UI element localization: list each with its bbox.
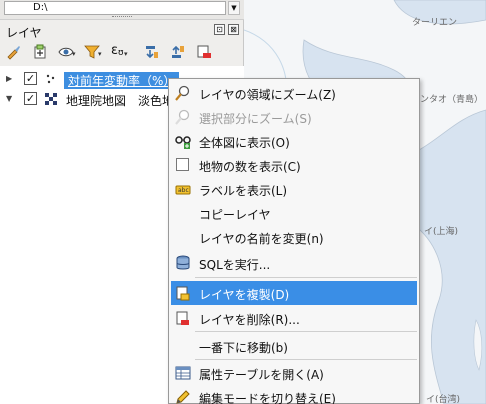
expand-all-icon[interactable]	[142, 42, 164, 62]
menu-rename-layer[interactable]: レイヤの名前を変更(n)	[171, 225, 417, 249]
browser-path-strip: D:\ ▼	[0, 0, 244, 20]
map-label-taiwan: イ(台湾)	[426, 395, 461, 404]
close-panel-icon[interactable]: ⊠	[228, 24, 239, 35]
style-brush-icon[interactable]	[4, 42, 26, 62]
map-label-dalian: ターリエン	[412, 18, 458, 28]
menu-execute-sql[interactable]: SQLを実行...	[171, 251, 417, 275]
remove-layer-icon	[175, 310, 191, 326]
browser-path-text: D:\	[33, 2, 48, 13]
menu-remove-layer[interactable]: レイヤを削除(R)...	[171, 306, 417, 330]
map-label-shanghai: イ(上海)	[424, 227, 459, 237]
checkbox-icon[interactable]	[176, 158, 189, 171]
panel-title: レイヤ	[6, 26, 42, 40]
menu-duplicate-layer[interactable]: レイヤを複製(D)	[171, 281, 417, 305]
layer-context-menu: レイヤの領域にズーム(Z) 選択部分にズーム(S) 全体図に表示(O) 地物の数…	[168, 78, 420, 404]
zoom-magnifier-icon	[175, 85, 191, 101]
menu-zoom-to-layer[interactable]: レイヤの領域にズーム(Z)	[171, 81, 417, 105]
map-label-qingdao: ンタオ（青島）	[420, 95, 484, 105]
raster-layer-icon	[44, 92, 58, 106]
overview-glasses-icon	[175, 133, 191, 149]
point-layer-icon	[44, 72, 58, 86]
menu-open-attribute-table[interactable]: 属性テーブルを開く(A)	[171, 361, 417, 385]
remove-layer-icon[interactable]	[194, 42, 216, 62]
menu-show-in-overview[interactable]: 全体図に表示(O)	[171, 129, 417, 153]
database-icon	[175, 255, 191, 271]
label-abc-icon: abc	[175, 181, 191, 197]
layer-name-label: 地理院地図 淡色地	[66, 94, 175, 108]
menu-show-labels[interactable]: abc ラベルを表示(L)	[171, 177, 417, 201]
add-group-icon[interactable]	[30, 42, 52, 62]
duplicate-layer-icon	[175, 285, 191, 301]
filter-funnel-icon[interactable]: ▾	[82, 42, 104, 62]
menu-copy-layer[interactable]: コピーレイヤ	[171, 201, 417, 225]
layers-toolbar: ▾ ▾ ε ʊ ▾	[0, 40, 244, 64]
layer-visibility-checkbox[interactable]: ✓	[24, 92, 37, 105]
expression-filter-icon[interactable]: ε ʊ ▾	[108, 42, 130, 62]
dock-splitter-handle[interactable]	[112, 16, 132, 18]
svg-text:abc: abc	[178, 187, 189, 194]
expand-arrow-icon[interactable]: ▶	[6, 74, 12, 83]
browser-scroll-down-icon[interactable]: ▼	[228, 1, 240, 15]
browser-path-field[interactable]: D:\	[4, 1, 226, 15]
menu-show-feature-count[interactable]: 地物の数を表示(C)	[171, 153, 417, 177]
menu-move-to-bottom[interactable]: 一番下に移動(b)	[171, 334, 417, 358]
menu-separator	[195, 359, 417, 360]
zoom-selection-icon	[175, 109, 191, 125]
layer-name-label: 対前年変動率（%）	[64, 72, 180, 89]
layer-visibility-checkbox[interactable]: ✓	[24, 72, 37, 85]
menu-toggle-editing[interactable]: 編集モードを切り替え(E)	[171, 385, 417, 404]
menu-separator	[195, 277, 417, 278]
collapse-all-icon[interactable]	[168, 42, 190, 62]
collapse-arrow-icon[interactable]: ▼	[6, 94, 12, 103]
menu-zoom-to-selection: 選択部分にズーム(S)	[171, 105, 417, 129]
visibility-eye-icon[interactable]: ▾	[56, 42, 78, 62]
pencil-icon	[175, 389, 191, 404]
menu-separator	[195, 331, 417, 332]
float-panel-icon[interactable]: ⊡	[214, 24, 225, 35]
attribute-table-icon	[175, 365, 191, 381]
